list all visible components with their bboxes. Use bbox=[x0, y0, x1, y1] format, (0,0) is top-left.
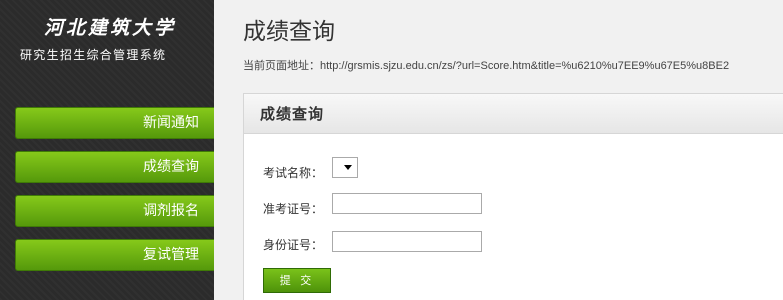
logo-subtitle: 研究生招生综合管理系统 bbox=[20, 48, 167, 62]
ticket-number-input[interactable] bbox=[332, 193, 482, 214]
chevron-down-icon bbox=[344, 165, 352, 170]
sidebar-item-adjustment[interactable]: 调剂报名 bbox=[15, 195, 214, 227]
url-value: http://grsmis.sjzu.edu.cn/zs/?url=Score.… bbox=[320, 60, 730, 72]
panel-title: 成绩查询 bbox=[244, 94, 783, 134]
exam-name-label: 考试名称： bbox=[263, 166, 324, 180]
sidebar-item-retest[interactable]: 复试管理 bbox=[15, 239, 214, 271]
sidebar-item-news[interactable]: 新闻通知 bbox=[15, 107, 214, 139]
sidebar-item-label: 新闻通知 bbox=[143, 115, 199, 131]
id-number-label: 身份证号： bbox=[263, 238, 324, 252]
ticket-number-label: 准考证号： bbox=[263, 202, 324, 216]
sidebar-item-score-query[interactable]: 成绩查询 bbox=[15, 151, 214, 183]
sidebar-item-label: 调剂报名 bbox=[143, 203, 199, 219]
page-title: 成绩查询 bbox=[243, 19, 335, 45]
exam-name-select[interactable] bbox=[332, 157, 358, 178]
current-url: 当前页面地址：http://grsmis.sjzu.edu.cn/zs/?url… bbox=[243, 57, 729, 73]
sidebar-item-label: 复试管理 bbox=[143, 247, 199, 263]
sidebar-item-label: 成绩查询 bbox=[143, 159, 199, 175]
id-number-input[interactable] bbox=[332, 231, 482, 252]
score-query-panel: 成绩查询 考试名称： 准考证号： 身份证号： 提 交 bbox=[243, 93, 783, 300]
url-label: 当前页面地址： bbox=[243, 60, 320, 72]
logo-title: 河北建筑大学 bbox=[44, 17, 177, 39]
submit-button[interactable]: 提 交 bbox=[263, 268, 331, 293]
sidebar: 河北建筑大学 研究生招生综合管理系统 新闻通知 成绩查询 调剂报名 复试管理 bbox=[0, 0, 214, 300]
